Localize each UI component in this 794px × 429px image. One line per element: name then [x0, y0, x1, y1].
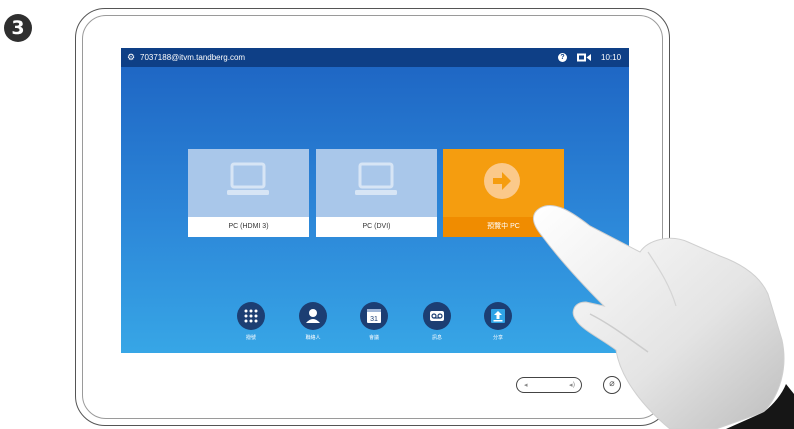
pointing-hand-illustration	[533, 204, 794, 429]
calendar-icon: 31	[360, 302, 388, 330]
dock-label: 撥號	[245, 335, 256, 341]
dock-item-contacts[interactable]: 聯絡人	[293, 302, 333, 341]
laptop-icon	[227, 162, 269, 195]
dock-label: 聯絡人	[305, 335, 321, 341]
laptop-icon	[355, 162, 397, 195]
source-tile-pc-hdmi3[interactable]: PC (HDMI 3)	[188, 149, 309, 237]
dock-item-messages[interactable]: 訊息	[417, 302, 457, 341]
help-icon[interactable]: ?	[558, 53, 567, 62]
person-icon	[299, 302, 327, 330]
dock-label: 訊息	[431, 335, 442, 341]
source-tile-pc-dvi[interactable]: PC (DVI)	[316, 149, 437, 237]
source-label: PC (HDMI 3)	[188, 217, 309, 237]
dock-item-meetings[interactable]: 31 會議	[354, 302, 394, 341]
arrow-right-circle-icon	[484, 163, 520, 199]
camera-self-view-icon[interactable]	[577, 53, 591, 62]
source-label: PC (DVI)	[316, 217, 437, 237]
dock-item-dial[interactable]: 撥號	[231, 302, 271, 341]
gear-icon[interactable]: ⚙	[127, 51, 135, 63]
calendar-day: 31	[370, 316, 378, 323]
step-number-badge: 3	[4, 14, 32, 42]
dock-label: 會議	[368, 335, 379, 341]
dock-item-share[interactable]: 分享	[478, 302, 518, 341]
keypad-icon	[237, 302, 265, 330]
status-bar: ⚙ 7037188@itvm.tandberg.com ? 10:10	[121, 48, 629, 67]
clock: 10:10	[601, 53, 622, 62]
voicemail-icon	[423, 302, 451, 330]
system-address: 7037188@itvm.tandberg.com	[140, 53, 246, 62]
dock-label: 分享	[492, 335, 503, 341]
share-upload-icon	[484, 302, 512, 330]
